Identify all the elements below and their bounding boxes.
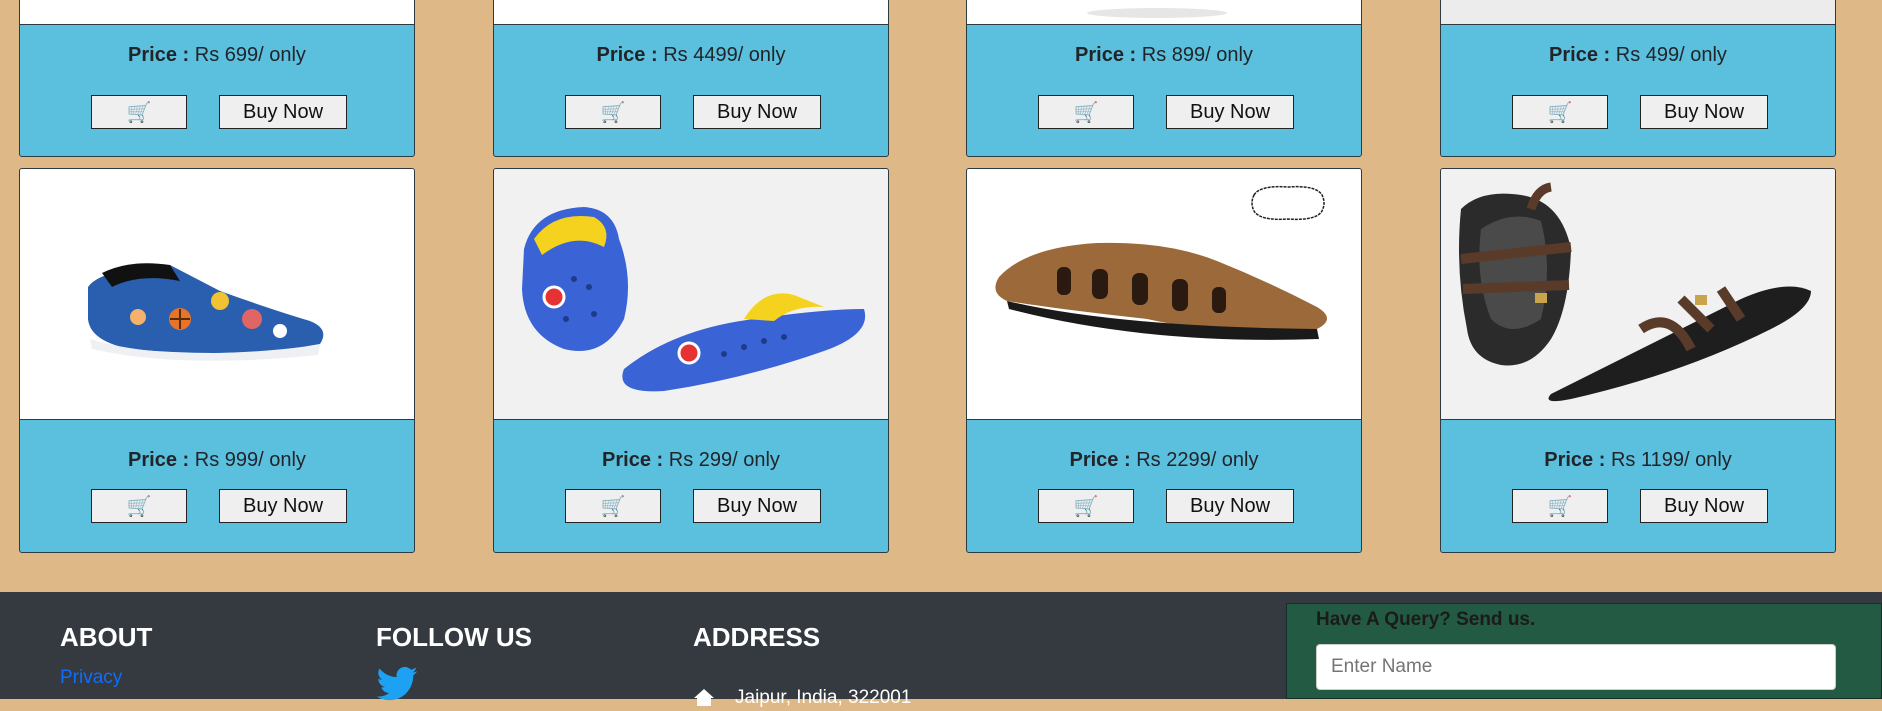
leather-badge-icon	[1251, 185, 1325, 221]
address-text: Jaipur, India, 322001	[735, 687, 912, 708]
product-price: Price : Rs 999/ only	[128, 449, 306, 471]
product-price: Price : Rs 1199/ only	[1544, 449, 1732, 471]
add-to-cart-button[interactable]: 🛒	[91, 489, 187, 523]
strap-sandal-image	[1459, 182, 1811, 402]
add-to-cart-button[interactable]: 🛒	[1038, 95, 1134, 129]
privacy-link[interactable]: Privacy	[60, 667, 122, 689]
product-card: Price : Rs 1199/ only 🛒 Buy Now	[1440, 168, 1836, 553]
follow-us-heading: FOLLOW US	[376, 622, 532, 652]
cart-icon: 🛒	[1547, 495, 1573, 518]
product-image	[494, 169, 888, 420]
shoe-sole-image	[1087, 8, 1227, 18]
query-title: Have A Query? Send us.	[1316, 609, 1536, 630]
product-image	[1441, 169, 1835, 420]
cart-icon: 🛒	[600, 101, 626, 124]
clogs-image	[522, 207, 866, 392]
cart-icon: 🛒	[126, 101, 152, 124]
product-card: Price : Rs 4499/ only 🛒 Buy Now	[493, 0, 889, 157]
twitter-bird-icon	[376, 666, 418, 701]
twitter-icon[interactable]	[376, 666, 418, 701]
buy-now-button[interactable]: Buy Now	[1166, 489, 1294, 523]
product-price: Price : Rs 499/ only	[1549, 44, 1727, 66]
product-image	[20, 169, 414, 420]
product-card: Price : Rs 499/ only 🛒 Buy Now	[1440, 0, 1836, 157]
buy-now-button[interactable]: Buy Now	[1640, 489, 1768, 523]
buy-now-button[interactable]: Buy Now	[693, 489, 821, 523]
add-to-cart-button[interactable]: 🛒	[91, 95, 187, 129]
cart-icon: 🛒	[1073, 101, 1099, 124]
product-image	[967, 0, 1361, 25]
product-price: Price : Rs 699/ only	[128, 44, 306, 66]
cart-icon: 🛒	[600, 495, 626, 518]
product-card: Price : Rs 899/ only 🛒 Buy Now	[966, 0, 1362, 157]
product-card: Price : Rs 2299/ only 🛒 Buy Now	[966, 168, 1362, 553]
add-to-cart-button[interactable]: 🛒	[1038, 489, 1134, 523]
buy-now-button[interactable]: Buy Now	[219, 95, 347, 129]
product-card: Price : Rs 999/ only 🛒 Buy Now	[19, 168, 415, 553]
add-to-cart-button[interactable]: 🛒	[565, 489, 661, 523]
about-heading: ABOUT	[60, 622, 153, 652]
cart-icon: 🛒	[1547, 101, 1573, 124]
product-image	[1441, 0, 1835, 25]
buy-now-button[interactable]: Buy Now	[1640, 95, 1768, 129]
buy-now-button[interactable]: Buy Now	[693, 95, 821, 129]
cart-icon: 🛒	[1073, 495, 1099, 518]
product-price: Price : Rs 2299/ only	[1069, 449, 1259, 471]
add-to-cart-button[interactable]: 🛒	[1512, 489, 1608, 523]
product-price: Price : Rs 4499/ only	[596, 44, 786, 66]
home-icon	[693, 688, 715, 711]
buy-now-button[interactable]: Buy Now	[1166, 95, 1294, 129]
buy-now-button[interactable]: Buy Now	[219, 489, 347, 523]
product-price: Price : Rs 899/ only	[1075, 44, 1253, 66]
product-image	[494, 0, 888, 25]
product-price: Price : Rs 299/ only	[602, 449, 780, 471]
add-to-cart-button[interactable]: 🛒	[565, 95, 661, 129]
name-input[interactable]	[1316, 644, 1836, 690]
genuine-leather-badge	[1248, 183, 1328, 223]
sports-shoe-image	[88, 263, 324, 361]
product-card: Price : Rs 299/ only 🛒 Buy Now	[493, 168, 889, 553]
product-card: Price : Rs 699/ only 🛒 Buy Now	[19, 0, 415, 157]
add-to-cart-button[interactable]: 🛒	[1512, 95, 1608, 129]
home-glyph	[694, 689, 714, 706]
address-heading: ADDRESS	[693, 622, 821, 652]
query-form: Have A Query? Send us.	[1286, 603, 1882, 699]
product-image	[967, 169, 1361, 420]
product-image	[20, 0, 414, 25]
cart-icon: 🛒	[126, 495, 152, 518]
